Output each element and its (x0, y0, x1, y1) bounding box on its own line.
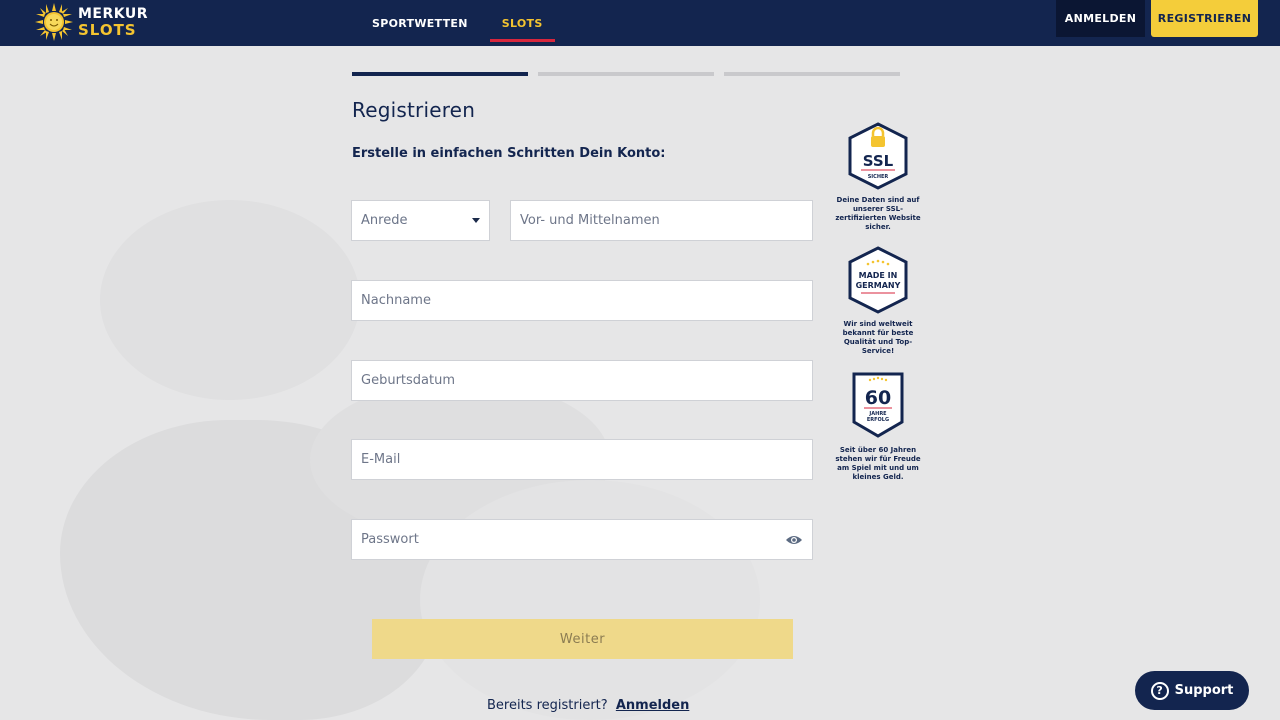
made-in-germany-badge: MADE IN GERMANY Wir sind weltweit bekann… (833, 246, 923, 356)
eye-icon[interactable] (785, 534, 803, 546)
support-button[interactable]: ? Support (1135, 671, 1249, 710)
progress-step-2 (538, 72, 714, 76)
birthdate-input[interactable] (361, 373, 803, 388)
first-name-field[interactable] (510, 200, 813, 241)
password-field[interactable] (351, 519, 813, 560)
first-name-input[interactable] (520, 213, 803, 228)
chevron-down-icon (472, 218, 480, 223)
merkur-slots-logo[interactable]: MERKUR SLOTS (34, 2, 148, 42)
sixty-years-number: 60 (865, 387, 891, 409)
sixty-years-icon: 60 JAHRE ERFOLG (852, 372, 904, 438)
page-title: Registrieren (352, 98, 476, 122)
top-navigation-bar: MERKUR SLOTS SPORTWETTEN SLOTS ANMELDEN … (0, 0, 1280, 46)
ssl-badge-subtext: SICHER (868, 174, 889, 180)
logo-text-merkur: MERKUR (78, 5, 149, 22)
main-nav: SPORTWETTEN SLOTS (360, 0, 555, 46)
already-registered: Bereits registriert? Anmelden (487, 698, 689, 713)
register-button[interactable]: REGISTRIEREN (1151, 0, 1258, 37)
ssl-lock-icon: SSL SICHER (848, 122, 908, 190)
registration-form-header: Registrieren Erstelle in einfachen Schri… (352, 96, 814, 161)
already-registered-text: Bereits registriert? (487, 698, 608, 713)
salutation-label: Anrede (361, 213, 408, 228)
last-name-input[interactable] (361, 293, 803, 308)
continue-button[interactable]: Weiter (372, 619, 793, 659)
merkur-sun-icon (35, 3, 73, 41)
password-input[interactable] (361, 532, 785, 547)
help-icon: ? (1150, 681, 1169, 700)
email-field[interactable] (351, 439, 813, 480)
support-label: Support (1174, 683, 1234, 698)
background-shape (420, 480, 760, 720)
progress-step-3 (724, 72, 900, 76)
form-subtitle: Erstelle in einfachen Schritten Dein Kon… (352, 146, 666, 161)
registration-progress (352, 72, 910, 76)
last-name-field[interactable] (351, 280, 813, 321)
nav-item-sportwetten[interactable]: SPORTWETTEN (360, 0, 480, 46)
salutation-select[interactable]: Anrede (351, 200, 490, 241)
progress-step-1 (352, 72, 528, 76)
trust-badges: SSL SICHER Deine Daten sind auf unserer … (833, 122, 923, 482)
ssl-badge-caption: Deine Daten sind auf unserer SSL-zertifi… (835, 196, 921, 231)
login-link[interactable]: Anmelden (616, 698, 690, 713)
made-in-germany-line1: MADE IN (859, 271, 898, 280)
made-in-germany-icon: MADE IN GERMANY (848, 246, 908, 314)
login-button[interactable]: ANMELDEN (1056, 0, 1145, 37)
sixty-years-badge: 60 JAHRE ERFOLG Seit über 60 Jahren steh… (833, 370, 923, 482)
made-in-germany-caption: Wir sind weltweit bekannt für beste Qual… (842, 320, 914, 355)
birthdate-field[interactable] (351, 360, 813, 401)
background-shape (100, 200, 360, 400)
logo-wordmark: MERKUR SLOTS (78, 7, 148, 38)
nav-item-slots[interactable]: SLOTS (489, 0, 555, 46)
ssl-badge: SSL SICHER Deine Daten sind auf unserer … (833, 122, 923, 232)
email-input[interactable] (361, 452, 803, 467)
ssl-badge-text: SSL (863, 152, 894, 170)
sixty-years-caption: Seit über 60 Jahren stehen wir für Freud… (835, 446, 921, 481)
made-in-germany-line2: GERMANY (856, 281, 901, 290)
sixty-years-line2: ERFOLG (867, 417, 889, 423)
logo-text-slots: SLOTS (78, 20, 137, 39)
